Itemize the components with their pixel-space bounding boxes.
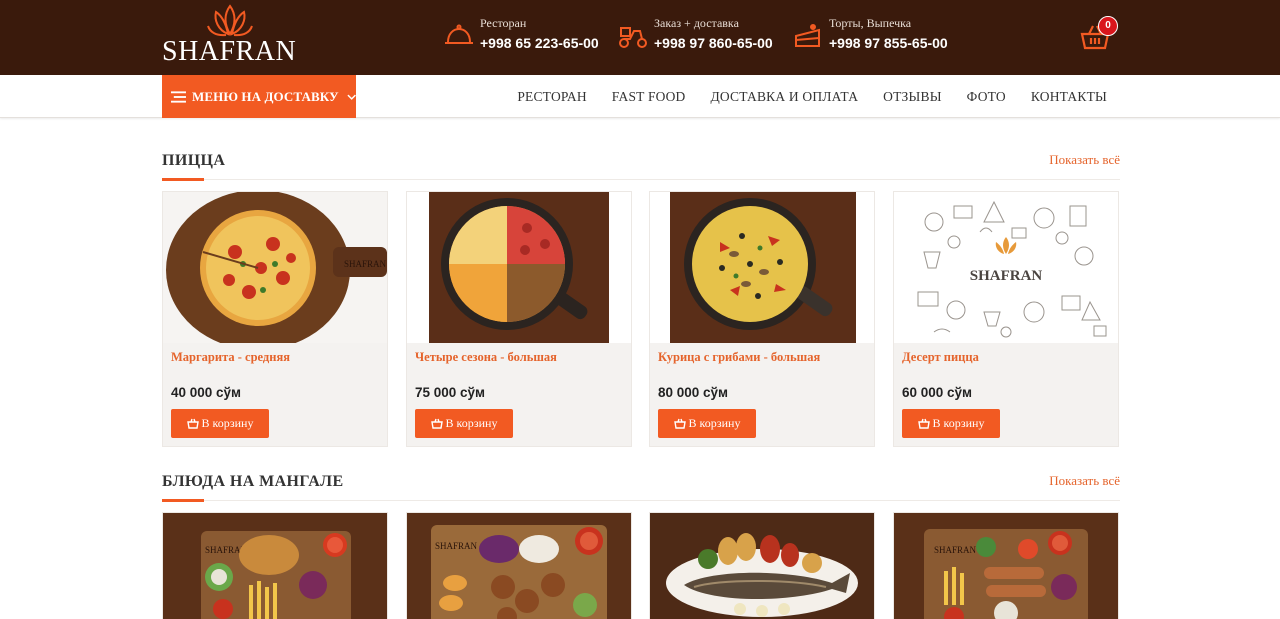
delivery-scooter-icon bbox=[619, 27, 647, 48]
product-card: SHAFRAN bbox=[893, 512, 1119, 619]
cake-slice-icon bbox=[795, 24, 820, 47]
add-to-cart-button[interactable]: В корзину bbox=[902, 409, 1000, 438]
cart-basket-icon bbox=[186, 418, 199, 429]
product-name[interactable]: Четыре сезона - большая bbox=[415, 350, 557, 365]
product-card bbox=[649, 512, 875, 619]
show-all-link[interactable]: Показать всё bbox=[1049, 152, 1120, 168]
nav-link-delivery[interactable]: ДОСТАВКА И ОПЛАТА bbox=[711, 89, 859, 105]
contact-cakes: Торты, Выпечка +998 97 855-65-00 bbox=[793, 14, 953, 58]
product-image-text: SHAFRAN bbox=[970, 268, 1043, 284]
cart-count-badge: 0 bbox=[1098, 16, 1118, 36]
cart-button[interactable]: 0 bbox=[1080, 16, 1122, 50]
product-card: Четыре сезона - большая 75 000 сўм В кор… bbox=[406, 191, 632, 447]
nav-link-contacts[interactable]: КОНТАКТЫ bbox=[1031, 89, 1107, 105]
contact-phone[interactable]: +998 97 855-65-00 bbox=[829, 35, 948, 51]
product-image[interactable] bbox=[650, 192, 874, 343]
cloche-icon bbox=[445, 24, 473, 44]
cart-basket-icon bbox=[673, 418, 686, 429]
product-card: SHAFRAN Маргарита - средняя 40 000 сўм В… bbox=[162, 191, 388, 447]
product-name[interactable]: Десерт пицца bbox=[902, 350, 979, 365]
add-to-cart-label: В корзину bbox=[688, 416, 741, 430]
nav-link-photo[interactable]: ФОТО bbox=[967, 89, 1006, 105]
product-card: SHAFRAN Десерт пицца 60 000 сўм В корзин… bbox=[893, 191, 1119, 447]
nav-links: РЕСТОРАН FAST FOOD ДОСТАВКА И ОПЛАТА ОТЗ… bbox=[492, 75, 1107, 118]
section-title: БЛЮДА НА МАНГАЛЕ bbox=[162, 473, 344, 490]
contact-delivery: Заказ + доставка +998 97 860-65-00 bbox=[618, 14, 778, 58]
product-image[interactable]: SHAFRAN bbox=[407, 513, 631, 619]
nav-link-fast-food[interactable]: FAST FOOD bbox=[612, 89, 686, 105]
contact-label: Ресторан bbox=[480, 16, 527, 30]
contact-phone[interactable]: +998 97 860-65-00 bbox=[654, 35, 773, 51]
cart-basket-icon bbox=[430, 418, 443, 429]
section-header-pizza: ПИЦЦА Показать всё bbox=[162, 150, 1120, 181]
contact-label: Торты, Выпечка bbox=[829, 16, 912, 30]
contact-restaurant: Ресторан +998 65 223-65-00 bbox=[444, 14, 604, 58]
product-image[interactable]: SHAFRAN bbox=[163, 513, 387, 619]
product-price: 80 000 сўм bbox=[658, 385, 729, 400]
product-price: 40 000 сўм bbox=[171, 385, 242, 400]
product-name[interactable]: Курица с грибами - большая bbox=[658, 350, 820, 365]
add-to-cart-label: В корзину bbox=[932, 416, 985, 430]
add-to-cart-label: В корзину bbox=[445, 416, 498, 430]
add-to-cart-label: В корзину bbox=[201, 416, 254, 430]
add-to-cart-button[interactable]: В корзину bbox=[171, 409, 269, 438]
hamburger-icon bbox=[171, 90, 186, 103]
product-image[interactable]: SHAFRAN bbox=[163, 192, 387, 343]
product-card: SHAFRAN bbox=[162, 512, 388, 619]
top-header: SHAFRAN Ресторан +998 65 223-65-00 Заказ… bbox=[0, 0, 1280, 75]
main-nav: МЕНЮ НА ДОСТАВКУ РЕСТОРАН FAST FOOD ДОСТ… bbox=[0, 75, 1280, 118]
add-to-cart-button[interactable]: В корзину bbox=[658, 409, 756, 438]
show-all-link[interactable]: Показать всё bbox=[1049, 473, 1120, 489]
product-image[interactable] bbox=[407, 192, 631, 343]
product-card: SHAFRAN bbox=[406, 512, 632, 619]
product-image[interactable]: SHAFRAN bbox=[894, 513, 1118, 619]
delivery-menu-label: МЕНЮ НА ДОСТАВКУ bbox=[191, 88, 339, 104]
logo[interactable]: SHAFRAN bbox=[162, 4, 307, 68]
chevron-down-icon bbox=[347, 94, 356, 100]
product-price: 60 000 сўм bbox=[902, 385, 973, 400]
section-title: ПИЦЦА bbox=[162, 152, 226, 169]
product-price: 75 000 сўм bbox=[415, 385, 486, 400]
cart-basket-icon bbox=[917, 418, 930, 429]
section-header-grill: БЛЮДА НА МАНГАЛЕ Показать всё bbox=[162, 471, 1120, 502]
nav-link-restaurant[interactable]: РЕСТОРАН bbox=[517, 89, 586, 105]
svg-text:SHAFRAN: SHAFRAN bbox=[934, 545, 977, 555]
section-underline bbox=[162, 499, 204, 502]
contact-label: Заказ + доставка bbox=[654, 16, 739, 30]
product-card: Курица с грибами - большая 80 000 сўм В … bbox=[649, 191, 875, 447]
nav-link-reviews[interactable]: ОТЗЫВЫ bbox=[883, 89, 942, 105]
product-image[interactable] bbox=[650, 513, 874, 619]
contact-phone[interactable]: +998 65 223-65-00 bbox=[480, 35, 599, 51]
logo-text: SHAFRAN bbox=[162, 36, 297, 67]
product-image[interactable]: SHAFRAN bbox=[894, 192, 1118, 343]
product-name[interactable]: Маргарита - средняя bbox=[171, 350, 290, 365]
section-underline bbox=[162, 178, 204, 181]
saffron-flower-icon bbox=[207, 4, 253, 37]
svg-text:SHAFRAN: SHAFRAN bbox=[344, 259, 387, 269]
add-to-cart-button[interactable]: В корзину bbox=[415, 409, 513, 438]
svg-text:SHAFRAN: SHAFRAN bbox=[435, 541, 478, 551]
delivery-menu-button[interactable]: МЕНЮ НА ДОСТАВКУ bbox=[162, 75, 356, 118]
